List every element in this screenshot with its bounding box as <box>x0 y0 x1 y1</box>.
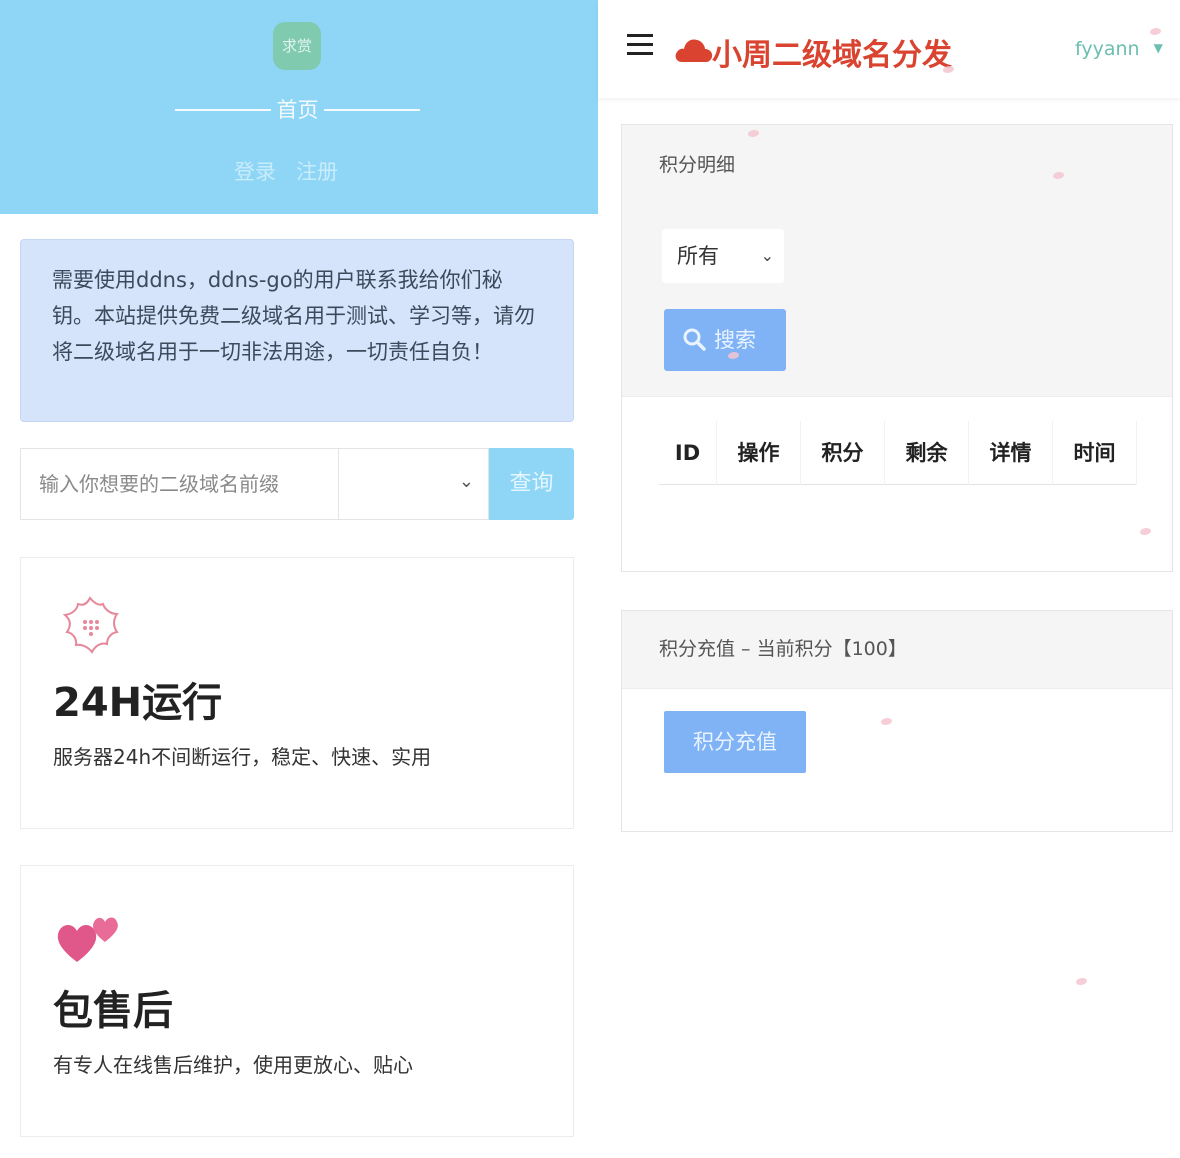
username: fyyann <box>1075 38 1140 60</box>
recharge-panel: 积分充值 – 当前积分【100】 积分充值 <box>621 610 1173 832</box>
column-header: 详情 <box>969 421 1053 485</box>
divider <box>324 109 420 111</box>
top-navbar: 小周二级域名分发 fyyann ▼ <box>598 0 1180 98</box>
register-link[interactable]: 注册 <box>296 160 338 184</box>
notice-alert: 需要使用ddns，ddns-go的用户联系我给你们秘钥。本站提供免费二级域名用于… <box>20 239 574 422</box>
chevron-down-icon: ⌄ <box>458 471 474 492</box>
column-header: 积分 <box>801 421 885 485</box>
feature-desc: 有专人在线售后维护，使用更放心、贴心 <box>53 1053 413 1077</box>
caret-down-icon: ▼ <box>1153 41 1163 55</box>
login-link[interactable]: 登录 <box>234 160 276 184</box>
petal-decoration <box>1076 978 1087 985</box>
feature-title: 包售后 <box>53 988 173 1034</box>
type-filter-select[interactable]: 所有 ⌄ <box>662 229 784 283</box>
brand-title[interactable]: 小周二级域名分发 <box>712 30 952 74</box>
search-icon <box>683 328 706 351</box>
user-menu[interactable]: fyyann ▼ <box>1075 38 1163 60</box>
search-button-label: 搜索 <box>714 328 756 352</box>
search-button[interactable]: 搜索 <box>664 309 786 371</box>
column-header: 操作 <box>717 421 801 485</box>
chevron-down-icon: ⌄ <box>760 246 774 265</box>
hero-banner: 求赏 首页 登录 注册 <box>0 0 598 214</box>
column-header: 时间 <box>1053 421 1137 485</box>
points-detail-panel: 积分明细 所有 ⌄ 搜索 ID 操作 积分 剩余 详情 时间 <box>621 124 1173 572</box>
left-screen: 求赏 首页 登录 注册 需要使用ddns，ddns-go的用户联系我给你们秘钥。本… <box>0 0 598 1158</box>
menu-icon[interactable] <box>627 34 653 56</box>
feature-card: 24H运行 服务器24h不间断运行，稳定、快速、实用 <box>20 557 574 829</box>
home-label[interactable]: 首页 <box>271 95 324 125</box>
query-button[interactable]: 查询 <box>489 448 574 520</box>
cloud-icon <box>675 39 713 62</box>
points-table-header: ID 操作 积分 剩余 详情 时间 <box>659 421 1137 485</box>
column-header: 剩余 <box>885 421 969 485</box>
site-logo[interactable]: 求赏 <box>273 22 321 70</box>
recharge-button[interactable]: 积分充值 <box>664 711 806 773</box>
domain-search-group: 输入你想要的二级域名前缀 ⌄ 查询 <box>20 448 574 520</box>
sakura-icon <box>62 596 119 654</box>
divider <box>175 109 271 111</box>
subdomain-input[interactable]: 输入你想要的二级域名前缀 <box>20 448 338 520</box>
home-title: 首页 <box>175 95 420 125</box>
right-screen: 小周二级域名分发 fyyann ▼ 积分明细 所有 ⌄ 搜索 ID 操作 积分 剩… <box>598 0 1180 1158</box>
feature-title: 24H运行 <box>53 680 223 726</box>
hearts-icon <box>57 917 118 962</box>
feature-desc: 服务器24h不间断运行，稳定、快速、实用 <box>53 745 432 769</box>
recharge-title: 积分充值 – 当前积分【100】 <box>622 611 1172 689</box>
auth-links: 登录 注册 <box>234 156 358 186</box>
feature-card: 包售后 有专人在线售后维护，使用更放心、贴心 <box>20 865 574 1137</box>
filter-value: 所有 <box>677 244 719 268</box>
column-header: ID <box>659 421 717 485</box>
domain-select[interactable]: ⌄ <box>338 448 489 520</box>
